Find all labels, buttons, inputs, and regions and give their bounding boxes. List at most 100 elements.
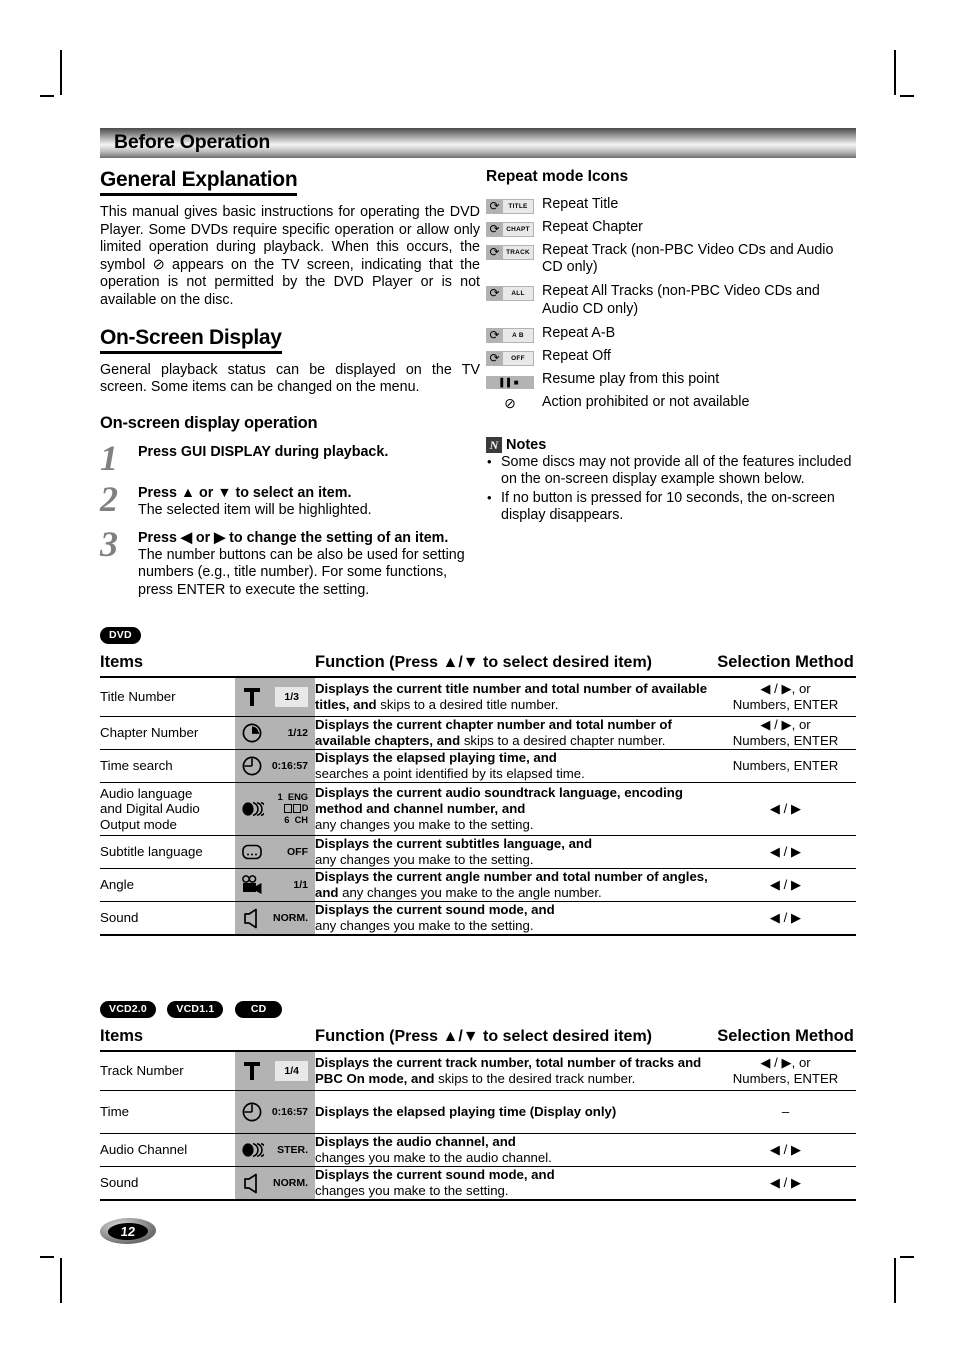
title-t-glyph bbox=[240, 685, 264, 709]
row-osd-icon-cell: 1/3 bbox=[235, 677, 316, 717]
row-function-plain: skips to a desired chapter number. bbox=[460, 733, 666, 748]
repeat-all-icon: ⟳ ALL bbox=[486, 286, 534, 302]
table-row: Audio language and Digital Audio Output … bbox=[100, 783, 857, 836]
step-3-number: 3 bbox=[100, 524, 118, 565]
clock-svg bbox=[242, 1102, 262, 1122]
row-item-label: Audio language and Digital Audio Output … bbox=[100, 785, 200, 832]
repeat-off-badge-label: OFF bbox=[503, 351, 533, 365]
row-osd-value: 0:16:57 bbox=[271, 1105, 309, 1118]
repeat-chapter-badge-label: CHAPT bbox=[503, 223, 533, 236]
row-function-cell: Displays the current sound mode, and any … bbox=[315, 902, 715, 936]
row-osd-value: 1/3 bbox=[275, 687, 309, 707]
clock-glyph bbox=[240, 754, 264, 778]
repeat-title-icon-cell: ⟳ TITLE bbox=[486, 196, 542, 215]
audio-waves-svg bbox=[242, 1142, 264, 1158]
repeat-off-label: Repeat Off bbox=[542, 347, 611, 364]
audio-speaker-glyph bbox=[240, 1138, 264, 1162]
repeat-title-badge-label: TITLE bbox=[503, 200, 533, 213]
repeat-item-off: ⟳ OFF Repeat Off bbox=[486, 348, 858, 367]
section-header-bar: Before Operation bbox=[100, 128, 856, 158]
general-explanation-heading: General Explanation bbox=[100, 168, 298, 196]
on-screen-display-body: General playback status can be displayed… bbox=[100, 361, 480, 396]
repeat-ab-icon-cell: ⟳ A B bbox=[486, 325, 542, 344]
row-function-cell: Displays the current subtitles language,… bbox=[315, 836, 715, 869]
chapter-osd-icon: 1/12 bbox=[235, 717, 316, 749]
prohibited-icon-cell: ⊘ bbox=[486, 394, 542, 413]
table-row: Sound NORM. Displays the current sound m… bbox=[100, 1167, 857, 1200]
repeat-item-ab: ⟳ A B Repeat A-B bbox=[486, 325, 858, 344]
row-function-plain: changes you make to the audio channel. bbox=[315, 1150, 552, 1165]
column-header-function-note: (Press ▲/▼ to select desired item) bbox=[389, 1028, 652, 1045]
row-function-cell: Displays the elapsed playing time, and se… bbox=[315, 750, 715, 783]
table-row: Time search 0:16:57 Displays the elapsed… bbox=[100, 750, 857, 783]
chapter-c-glyph bbox=[240, 721, 264, 745]
notes-title: Notes bbox=[506, 436, 547, 453]
crop-mark-bottom-right-h bbox=[900, 1256, 914, 1258]
step-1: 1 Press GUI DISPLAY during playback. bbox=[100, 440, 480, 476]
repeat-track-icon: ⟳ TRACK bbox=[486, 245, 534, 260]
repeat-item-title: ⟳ TITLE Repeat Title bbox=[486, 196, 858, 215]
row-function-cell: Displays the current title number and to… bbox=[315, 677, 715, 717]
row-item-label: Subtitle language bbox=[100, 844, 203, 860]
repeat-loop-glyph: ⟳ bbox=[489, 327, 500, 342]
note-item: Some discs may not provide all of the fe… bbox=[486, 453, 858, 489]
row-osd-value: STER. bbox=[277, 1143, 309, 1156]
title-osd-icon: 1/3 bbox=[235, 678, 316, 716]
subtitle-svg bbox=[242, 844, 262, 860]
row-selection-method: Numbers, ENTER bbox=[732, 758, 839, 773]
crop-mark-bottom-right-v bbox=[894, 1258, 896, 1303]
row-selection-method: – bbox=[781, 1104, 790, 1119]
audio-waves-svg bbox=[242, 801, 264, 817]
repeat-item-prohibited: ⊘ Action prohibited or not available bbox=[486, 394, 858, 413]
row-function-plain: skips to the desired track number. bbox=[434, 1071, 636, 1086]
repeat-mode-icons-heading: Repeat mode Icons bbox=[486, 168, 629, 185]
row-osd-value: 0:16:57 bbox=[271, 759, 309, 772]
repeat-chapter-icon-cell: ⟳ CHAPT bbox=[486, 219, 542, 238]
row-function-bold: Displays the audio channel, and bbox=[315, 1134, 516, 1150]
osd-operation-subheading: On-screen display operation bbox=[100, 413, 318, 432]
audio-speaker-glyph bbox=[240, 797, 264, 821]
step-2-number: 2 bbox=[100, 478, 118, 519]
row-osd-icon-cell: OFF bbox=[235, 836, 316, 869]
column-header-function: Function bbox=[315, 653, 385, 671]
table-row: Title Number 1/3 Displays the current ti… bbox=[100, 677, 857, 717]
step-2-line2: The selected item will be highlighted. bbox=[138, 501, 372, 518]
repeat-loop-glyph: ⟳ bbox=[489, 245, 500, 259]
vcd-cd-badge-row: VCD2.0 VCD1.1 CD bbox=[100, 1001, 856, 1019]
row-item-label: Sound bbox=[100, 910, 139, 926]
row-item-label: Angle bbox=[100, 877, 135, 893]
left-column: General Explanation This manual gives ba… bbox=[100, 168, 480, 599]
resume-label: Resume play from this point bbox=[542, 370, 720, 387]
table-row: Audio Channel STER. Displays the audio c… bbox=[100, 1134, 857, 1167]
row-selection-method: ◀ / ▶ bbox=[769, 877, 802, 892]
repeat-track-label: Repeat Track (non-PBC Video CDs and Audi… bbox=[542, 242, 834, 276]
row-function-plain: searches a point identified by its elaps… bbox=[315, 766, 585, 781]
row-selection-method: ◀ / ▶ bbox=[769, 1142, 802, 1157]
step-3-line2: The number buttons can be also be used f… bbox=[138, 547, 465, 598]
audio-channel-value: 6 CH bbox=[284, 814, 309, 825]
row-item-label: Time bbox=[100, 1104, 130, 1120]
repeat-loop-glyph: ⟳ bbox=[489, 222, 500, 236]
crop-mark-bottom-left-h bbox=[40, 1256, 54, 1258]
row-osd-value: 1/12 bbox=[287, 726, 309, 739]
crop-mark-top-left-v bbox=[60, 50, 62, 95]
row-osd-icon-cell: 1 ENG D 6 CH bbox=[235, 783, 316, 836]
crop-mark-bottom-left-v bbox=[60, 1258, 62, 1303]
sound-osd-icon: NORM. bbox=[235, 902, 316, 934]
row-function-plain: any changes you make to the setting. bbox=[315, 852, 534, 867]
camera-svg bbox=[242, 874, 262, 894]
row-function-cell: Displays the current chapter number and … bbox=[315, 717, 715, 750]
column-header-selection: Selection Method bbox=[717, 1027, 854, 1045]
dvd-table-block: DVD Items Function (Press ▲/▼ to select … bbox=[100, 627, 857, 936]
row-osd-value: 1/1 bbox=[293, 878, 309, 891]
row-osd-icon-cell: STER. bbox=[235, 1134, 316, 1167]
step-1-number: 1 bbox=[100, 437, 118, 478]
clock-osd-icon: 0:16:57 bbox=[235, 1091, 316, 1133]
repeat-all-icon-cell: ⟳ ALL bbox=[486, 283, 542, 302]
clock-osd-icon: 0:16:57 bbox=[235, 750, 316, 782]
disc-badge-cd: CD bbox=[234, 1001, 283, 1019]
repeat-loop-glyph: ⟳ bbox=[489, 286, 500, 301]
speaker-glyph bbox=[240, 1171, 264, 1195]
disc-badge-vcd20: VCD2.0 bbox=[100, 1001, 156, 1019]
row-function-cell: Displays the audio channel, and changes y… bbox=[315, 1134, 715, 1167]
